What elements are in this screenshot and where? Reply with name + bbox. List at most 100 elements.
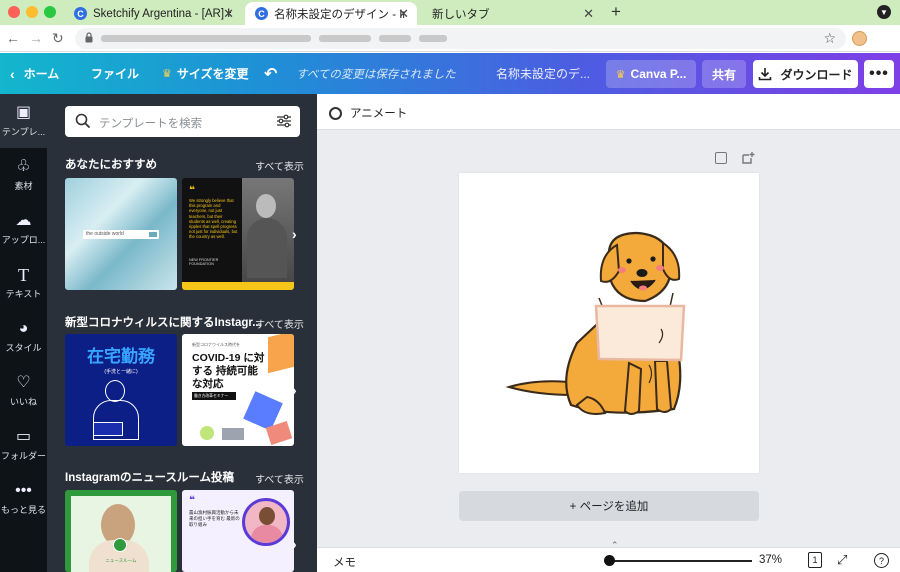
zoom-window-button[interactable] xyxy=(44,6,56,18)
browser-tab[interactable]: 新しいタブ ✕ xyxy=(422,2,602,25)
template-badge: 働き方改革セミナー xyxy=(192,392,236,400)
template-caption: ニュースルーム xyxy=(105,558,137,563)
section-title: 新型コロナウィルスに関するInstagr... xyxy=(65,317,262,329)
see-all-link[interactable]: すべて表示 xyxy=(255,316,304,331)
rail-item-likes[interactable]: ♡ いいね xyxy=(0,364,47,418)
lock-icon xyxy=(85,32,93,43)
tab-title: 名称未設定のデザイン - Instagram xyxy=(274,8,406,21)
animate-button[interactable]: アニメート xyxy=(329,105,407,121)
fullscreen-icon[interactable]: ⤢ xyxy=(837,552,847,568)
chevron-right-icon[interactable]: › xyxy=(292,226,297,242)
zoom-level[interactable]: 37% xyxy=(759,554,782,566)
quote-mark-icon: ❝ xyxy=(189,495,195,506)
rail-item-folders[interactable]: ▭ フォルダー xyxy=(0,418,47,472)
template-thumbnail[interactable]: 在宅勤務 (手洗と一緒に) xyxy=(65,334,177,446)
close-tab-icon[interactable]: ✕ xyxy=(398,6,409,22)
rail-item-text[interactable]: T テキスト xyxy=(0,256,47,310)
resize-button[interactable]: ♛ サイズを変更 xyxy=(162,53,249,94)
rail-item-more[interactable]: ••• もっと見る xyxy=(0,472,47,526)
duplicate-page-icon[interactable] xyxy=(715,152,727,164)
undo-icon[interactable]: ↶ xyxy=(264,53,277,94)
bookmark-star-icon[interactable]: ☆ xyxy=(823,30,836,47)
filter-icon[interactable] xyxy=(276,113,292,129)
browser-tab[interactable]: C Sketchify Argentina - [AR] Hand ✕ xyxy=(64,2,242,25)
template-decoration xyxy=(182,282,294,290)
template-text: 農山漁村振興活動から未来の担い手を育む 最新の取り組み xyxy=(189,510,240,527)
save-status: すべての変更は保存されました xyxy=(296,68,456,81)
animate-icon xyxy=(329,106,342,120)
design-canvas[interactable] xyxy=(459,173,759,473)
canva-pro-button[interactable]: ♛ Canva P... xyxy=(606,60,696,88)
chevron-left-icon: ‹ xyxy=(10,65,15,82)
template-search-input[interactable]: テンプレートを検索 xyxy=(65,106,300,137)
chevron-right-icon[interactable]: › xyxy=(292,536,297,552)
template-thumbnail[interactable]: the outside world xyxy=(65,178,177,290)
rail-item-label: スタイル xyxy=(5,343,42,353)
share-button[interactable]: 共有 xyxy=(702,60,746,88)
close-tab-icon[interactable]: ✕ xyxy=(223,6,234,22)
redacted-url xyxy=(101,35,311,42)
chevron-right-icon[interactable]: › xyxy=(292,382,297,398)
template-thumbnail[interactable]: ニュースルーム xyxy=(65,490,177,572)
download-icon xyxy=(759,68,772,81)
rail-item-uploads[interactable]: ☁ アップロ... xyxy=(0,202,47,256)
minimize-window-button[interactable] xyxy=(26,6,38,18)
file-label: ファイル xyxy=(91,67,140,81)
canva-pro-label: Canva P... xyxy=(630,67,687,81)
rail-item-label: もっと見る xyxy=(0,505,46,515)
search-icon xyxy=(75,113,91,129)
template-text: the outside world xyxy=(83,230,159,239)
resize-label: サイズを変更 xyxy=(176,67,249,81)
tab-search-icon[interactable]: ▼ xyxy=(877,5,891,19)
canva-favicon-icon: C xyxy=(255,7,268,20)
upload-icon: ☁ xyxy=(15,212,32,229)
add-page-button[interactable]: + ページを追加 xyxy=(459,491,759,521)
crown-icon: ♛ xyxy=(162,68,172,80)
home-button[interactable]: ‹ ホーム xyxy=(10,53,59,94)
add-page-icon[interactable] xyxy=(741,151,755,165)
profile-avatar[interactable] xyxy=(852,31,867,46)
zoom-slider-track[interactable] xyxy=(612,560,752,562)
close-window-button[interactable] xyxy=(8,6,20,18)
reload-icon[interactable]: ↻ xyxy=(52,30,64,47)
section-title: Instagramのニュースルーム投稿 xyxy=(65,472,235,484)
file-menu-button[interactable]: ファイル xyxy=(91,53,139,94)
canva-favicon-icon: C xyxy=(74,7,87,20)
template-thumbnail[interactable]: ❝ We strongly believe that this program … xyxy=(182,178,294,290)
side-navigation: ▣ テンプレ... ♧ 素材 ☁ アップロ... T テキスト ◕ スタイル ♡… xyxy=(0,94,47,572)
see-all-link[interactable]: すべて表示 xyxy=(255,471,304,486)
forward-arrow-icon[interactable]: → xyxy=(29,30,43,46)
text-icon: T xyxy=(18,265,29,285)
rail-item-label: テキスト xyxy=(5,289,42,299)
address-bar: ← → ↻ ☆ ⋮ xyxy=(0,25,900,71)
template-heading: COVID-19 に対する 持続可能な対応 xyxy=(192,352,265,390)
rail-item-templates[interactable]: ▣ テンプレ... xyxy=(0,94,47,148)
template-small-text: 新型コロナウイルス時代を xyxy=(192,342,240,347)
see-all-link[interactable]: すべて表示 xyxy=(255,158,304,173)
browser-tab-active[interactable]: C 名称未設定のデザイン - Instagram ✕ xyxy=(245,2,417,25)
rail-item-elements[interactable]: ♧ 素材 xyxy=(0,148,47,202)
zoom-slider-handle[interactable] xyxy=(604,555,615,566)
template-thumbnail[interactable]: ❝ 農山漁村振興活動から未来の担い手を育む 最新の取り組み xyxy=(182,490,294,572)
heart-icon: ♡ xyxy=(16,374,31,391)
plus-icon[interactable]: + xyxy=(611,2,621,22)
dog-illustration[interactable] xyxy=(459,173,759,473)
back-arrow-icon[interactable]: ← xyxy=(6,30,20,46)
notes-button[interactable]: メモ xyxy=(333,554,356,570)
template-heading: 在宅勤務 xyxy=(87,347,155,366)
more-options-button[interactable]: ••• xyxy=(864,60,894,88)
template-thumbnail[interactable]: 新型コロナウイルス時代を COVID-19 に対する 持続可能な対応 働き方改革… xyxy=(182,334,294,446)
template-decoration xyxy=(222,428,244,440)
download-button[interactable]: ダウンロード xyxy=(753,60,858,88)
template-photo xyxy=(242,178,294,290)
help-button[interactable]: ? xyxy=(874,553,889,568)
page-count-button[interactable]: 1 xyxy=(808,552,822,568)
url-field[interactable]: ☆ xyxy=(75,28,846,49)
template-quote: We strongly believe that this program an… xyxy=(189,198,238,240)
document-title[interactable]: 名称未設定のデ... xyxy=(496,53,590,94)
rail-item-styles[interactable]: ◕ スタイル xyxy=(0,310,47,364)
rail-item-label: 素材 xyxy=(14,181,33,191)
rail-item-label: いいね xyxy=(9,397,37,407)
close-tab-icon[interactable]: ✕ xyxy=(583,6,594,22)
editor-toolbar: ‹ ホーム ファイル ♛ サイズを変更 ↶ すべての変更は保存されました 名称未… xyxy=(0,53,900,94)
